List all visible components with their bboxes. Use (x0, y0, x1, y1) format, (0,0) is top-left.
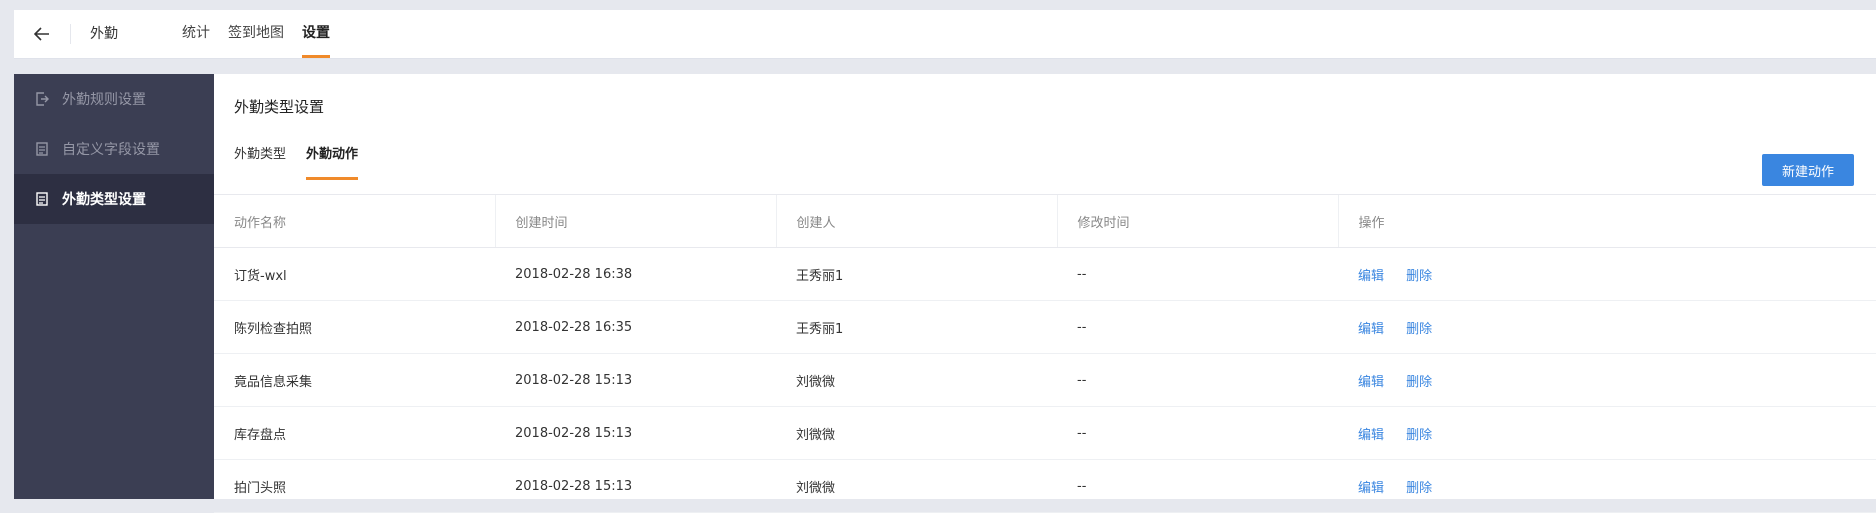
cell-created: 2018-02-28 16:38 (495, 247, 776, 301)
section-title: 外勤类型设置 (234, 98, 325, 116)
sidebar-item-custom-fields[interactable]: 自定义字段设置 (14, 124, 214, 174)
table-row: 陈列检查拍照 2018-02-28 16:35 王秀丽1 -- 编辑 删除 (214, 300, 1876, 354)
cell-modified: -- (1057, 459, 1338, 513)
cell-name: 库存盘点 (214, 406, 495, 460)
cell-creator: 刘微微 (776, 353, 1057, 407)
main-panel: 外勤类型设置 外勤类型 外勤动作 新建动作 动作名称 创建时间 创建人 修改时间… (214, 74, 1876, 513)
cell-created: 2018-02-28 15:13 (495, 353, 776, 407)
cell-modified: -- (1057, 300, 1338, 354)
cell-actions: 编辑 删除 (1338, 406, 1876, 460)
cell-actions: 编辑 删除 (1338, 247, 1876, 301)
cell-name: 竟品信息采集 (214, 353, 495, 407)
edit-link[interactable]: 编辑 (1358, 428, 1384, 443)
cell-name: 订货-wxl (214, 247, 495, 301)
top-bar: 外勤 统计 签到地图 设置 (14, 10, 1876, 59)
document-icon (34, 141, 50, 157)
cell-actions: 编辑 删除 (1338, 300, 1876, 354)
app-title: 外勤 (90, 26, 118, 42)
sidebar-item-rules[interactable]: 外勤规则设置 (14, 74, 214, 124)
table-row: 订货-wxl 2018-02-28 16:38 王秀丽1 -- 编辑 删除 (214, 247, 1876, 301)
actions-table: 动作名称 创建时间 创建人 修改时间 操作 订货-wxl 2018-02-28 … (214, 195, 1876, 513)
cell-actions: 编辑 删除 (1338, 353, 1876, 407)
delete-link[interactable]: 删除 (1406, 375, 1432, 390)
tab-field-actions[interactable]: 外勤动作 (306, 144, 359, 180)
sidebar-item-label: 外勤规则设置 (62, 92, 146, 108)
column-header-creator: 创建人 (776, 195, 1058, 248)
back-arrow-icon (34, 27, 49, 41)
new-action-button[interactable]: 新建动作 (1762, 154, 1854, 186)
tab-statistics[interactable]: 统计 (182, 10, 210, 58)
cell-actions: 编辑 删除 (1338, 459, 1876, 513)
cell-modified: -- (1057, 353, 1338, 407)
sidebar-item-label: 外勤类型设置 (62, 192, 146, 208)
tab-field-types[interactable]: 外勤类型 (234, 144, 286, 180)
cell-modified: -- (1057, 247, 1338, 301)
delete-link[interactable]: 删除 (1406, 481, 1432, 496)
exit-icon (34, 91, 50, 107)
column-header-name: 动作名称 (214, 195, 496, 248)
edit-link[interactable]: 编辑 (1358, 375, 1384, 390)
edit-link[interactable]: 编辑 (1358, 269, 1384, 284)
column-header-created: 创建时间 (495, 195, 777, 248)
sidebar-item-label: 自定义字段设置 (62, 142, 160, 158)
cell-created: 2018-02-28 16:35 (495, 300, 776, 354)
column-header-modified: 修改时间 (1057, 195, 1339, 248)
tab-checkin-map[interactable]: 签到地图 (228, 10, 284, 58)
table-row: 拍门头照 2018-02-28 15:13 刘微微 -- 编辑 删除 (214, 459, 1876, 513)
cell-created: 2018-02-28 15:13 (495, 406, 776, 460)
delete-link[interactable]: 删除 (1406, 322, 1432, 337)
sub-tabs: 外勤类型 外勤动作 (234, 144, 378, 180)
cell-name: 拍门头照 (214, 459, 495, 513)
cell-created: 2018-02-28 15:13 (495, 459, 776, 513)
divider (70, 24, 71, 44)
cell-modified: -- (1057, 406, 1338, 460)
sidebar-item-type-settings[interactable]: 外勤类型设置 (14, 174, 214, 224)
table-header-row: 动作名称 创建时间 创建人 修改时间 操作 (214, 195, 1876, 248)
delete-link[interactable]: 删除 (1406, 428, 1432, 443)
document-icon (34, 191, 50, 207)
cell-name: 陈列检查拍照 (214, 300, 495, 354)
edit-link[interactable]: 编辑 (1358, 481, 1384, 496)
delete-link[interactable]: 删除 (1406, 269, 1432, 284)
cell-creator: 王秀丽1 (776, 247, 1057, 301)
cell-creator: 王秀丽1 (776, 300, 1057, 354)
table-row: 库存盘点 2018-02-28 15:13 刘微微 -- 编辑 删除 (214, 406, 1876, 460)
tab-settings[interactable]: 设置 (302, 10, 330, 58)
edit-link[interactable]: 编辑 (1358, 322, 1384, 337)
back-button[interactable] (30, 22, 54, 46)
column-header-actions: 操作 (1338, 195, 1876, 248)
table-row: 竟品信息采集 2018-02-28 15:13 刘微微 -- 编辑 删除 (214, 353, 1876, 407)
cell-creator: 刘微微 (776, 459, 1057, 513)
sidebar: 外勤规则设置 自定义字段设置 外勤类型设置 (14, 74, 214, 499)
top-nav: 统计 签到地图 设置 (182, 10, 348, 58)
cell-creator: 刘微微 (776, 406, 1057, 460)
